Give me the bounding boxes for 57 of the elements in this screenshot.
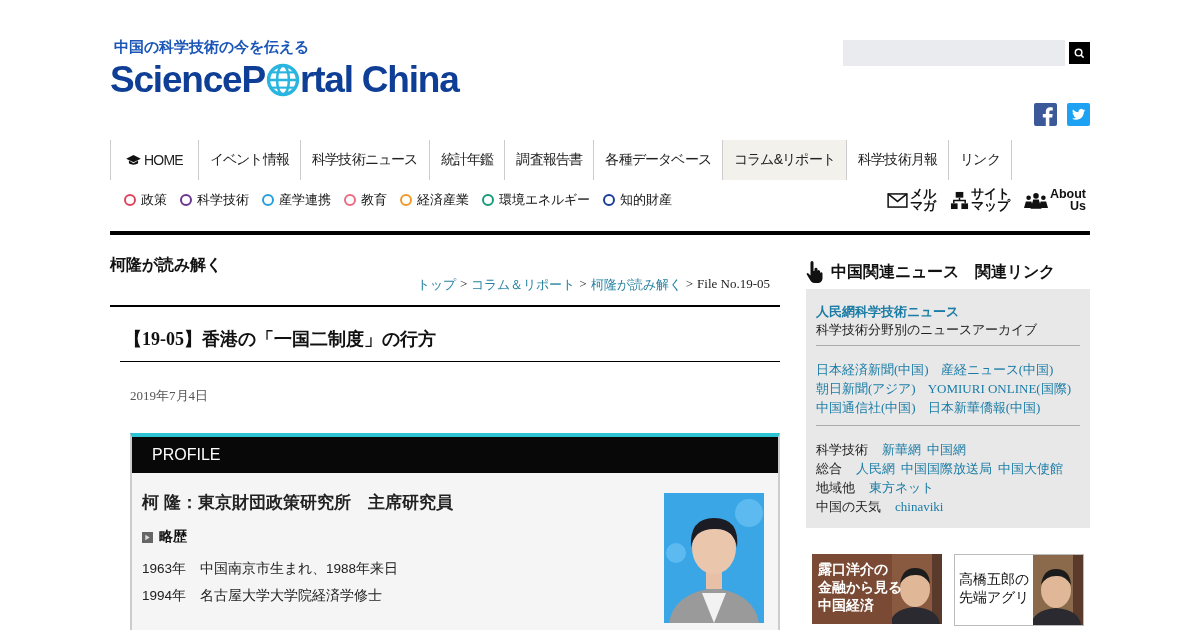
site-logo[interactable]: ScienceP rtal China bbox=[110, 59, 459, 101]
column-banner[interactable]: 高橋五郎の 先端アグリ bbox=[954, 554, 1084, 626]
category-link[interactable]: 産学連携 bbox=[279, 191, 331, 209]
news-link[interactable]: YOMIURI ONLINE(国際) bbox=[927, 379, 1071, 398]
logo-tagline: 中国の科学技術の今を伝える bbox=[114, 38, 310, 57]
nav-tab[interactable]: コラム&リポート bbox=[722, 140, 846, 180]
breadcrumb-link[interactable]: トップ bbox=[417, 276, 456, 294]
profile-heading: PROFILE bbox=[152, 446, 221, 464]
profile-subheading: 略歴 bbox=[159, 528, 187, 546]
history-year: 1994年 bbox=[142, 587, 187, 605]
banner-title: 先端アグリ bbox=[959, 589, 1029, 607]
column-banner[interactable]: 露口洋介の 金融から見る 中国経済 bbox=[812, 554, 942, 624]
featured-link[interactable]: 人民網科学技術ニュース bbox=[816, 303, 1080, 321]
category-link[interactable]: 知的財産 bbox=[620, 191, 672, 209]
link-category: 科学技術 bbox=[816, 441, 868, 459]
history-text: 名古屋大学大学院経済学修士 bbox=[200, 587, 383, 605]
article-date: 2019年7月4日 bbox=[130, 387, 209, 405]
utility-link[interactable]: サイト マップ bbox=[970, 188, 1010, 212]
history-text: 中国南京市生まれ、1988年来日 bbox=[200, 560, 399, 578]
site-link[interactable]: 中国大使館 bbox=[998, 459, 1063, 478]
news-link[interactable]: 朝日新聞(アジア) bbox=[816, 379, 916, 398]
news-link[interactable]: 日本新華僑報(中国) bbox=[927, 398, 1041, 417]
banner-title: 中国経済 bbox=[818, 597, 875, 615]
news-link[interactable]: 日本経済新聞(中国) bbox=[816, 360, 929, 379]
link-category: 地域他 bbox=[816, 479, 855, 497]
link-category: 中国の天気 bbox=[816, 498, 881, 516]
breadcrumb-current: File No.19-05 bbox=[697, 276, 770, 293]
news-link[interactable]: 産経ニュース(中国) bbox=[940, 360, 1054, 379]
breadcrumb-link[interactable]: 柯隆が読み解く bbox=[590, 276, 682, 294]
site-link[interactable]: 東方ネット bbox=[869, 478, 934, 497]
category-link[interactable]: 教育 bbox=[361, 191, 387, 209]
breadcrumb-separator: > bbox=[460, 276, 468, 293]
banner-title: 金融から見る bbox=[818, 579, 902, 597]
utility-link[interactable]: メル マガ bbox=[909, 188, 936, 212]
featured-description: 科学技術分野別のニュースアーカイブ bbox=[816, 321, 1038, 339]
breadcrumb-separator: > bbox=[579, 276, 587, 293]
site-link[interactable]: 新華網 bbox=[882, 440, 921, 459]
section-title: 柯隆が読み解く bbox=[110, 255, 223, 275]
site-link[interactable]: 人民網 bbox=[856, 459, 895, 478]
site-link[interactable]: 中国国際放送局 bbox=[901, 459, 992, 478]
category-link[interactable]: 環境エネルギー bbox=[499, 191, 590, 209]
banner-title: 高橋五郎の bbox=[959, 571, 1029, 589]
history-year: 1963年 bbox=[142, 560, 187, 578]
category-link[interactable]: 経済産業 bbox=[417, 191, 469, 209]
site-link[interactable]: 中国網 bbox=[927, 440, 966, 459]
news-link[interactable]: 中国通信社(中国) bbox=[816, 398, 916, 417]
banner-title: 露口洋介の bbox=[818, 561, 889, 579]
author-name: 柯 隆：東京財団政策研究所 主席研究員 bbox=[142, 492, 453, 514]
site-link[interactable]: chinaviki bbox=[895, 497, 944, 516]
breadcrumb-separator: > bbox=[685, 276, 694, 293]
utility-link[interactable]: About Us bbox=[1049, 188, 1086, 212]
sidebar-title: 中国関連ニュース 関連リンク bbox=[831, 261, 1055, 282]
category-link[interactable]: 政策 bbox=[141, 191, 167, 209]
article-title: 【19-05】香港の「一国二制度」の行方 bbox=[124, 328, 437, 351]
link-category: 総合 bbox=[816, 460, 842, 478]
breadcrumb-link[interactable]: コラム＆リポート bbox=[471, 276, 576, 294]
category-link[interactable]: 科学技術 bbox=[197, 191, 249, 209]
